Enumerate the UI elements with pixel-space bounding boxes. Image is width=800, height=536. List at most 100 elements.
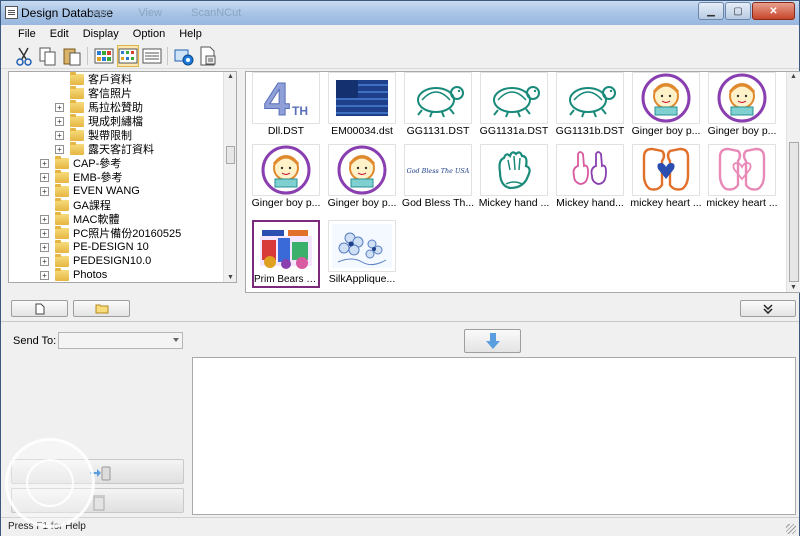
tree-item[interactable]: GA課程 — [55, 197, 111, 212]
tree-item[interactable]: + PE-DESIGN 10 — [40, 239, 149, 254]
tree-item-label: PE-DESIGN 10 — [73, 241, 149, 253]
design-thumbnail[interactable]: GG1131.DST — [404, 72, 472, 142]
expand-icon[interactable]: + — [40, 172, 49, 182]
minimize-button[interactable]: ▁ — [698, 2, 724, 20]
thumbnail-label: Ginger boy p... — [251, 197, 321, 209]
design-thumbnail[interactable]: mickey heart ... — [630, 144, 702, 214]
tree-item[interactable]: + PEDESIGN10.0 — [40, 253, 152, 268]
ghost-tab: View — [138, 7, 163, 19]
expand-icon[interactable]: + — [55, 102, 64, 112]
send-to-dropdown[interactable] — [58, 332, 183, 349]
expand-icon[interactable]: + — [55, 116, 64, 126]
folder-tree[interactable]: 客戶資料 客信照片 + 馬拉松贊助 + 現成刺繡檔 + 製帶限制 + 露天客訂資料 + C… — [8, 71, 237, 283]
menu-option[interactable]: Option — [126, 25, 172, 43]
transfer-down-button[interactable] — [464, 329, 521, 353]
menu-edit[interactable]: Edit — [43, 25, 76, 43]
design-thumbnail[interactable]: SilkApplique... — [328, 220, 396, 290]
maximize-button[interactable]: ▢ — [725, 2, 751, 20]
tree-item[interactable]: + Photos — [40, 267, 107, 282]
transfer-list[interactable] — [192, 357, 796, 515]
copy-button[interactable] — [37, 45, 59, 67]
folder-icon — [70, 99, 84, 113]
folder-icon — [70, 141, 84, 155]
design-thumbnail[interactable]: Ginger boy p... — [708, 72, 776, 142]
design-thumbnail[interactable]: GG1131a.DST — [480, 72, 548, 142]
mickey-hand-embroidery-icon — [498, 151, 531, 190]
tree-item[interactable]: + PC照片備份20160525 — [40, 225, 181, 240]
title-bar[interactable]: Design Database age View ScanNCut ▁ ▢ ✕ — [1, 1, 799, 25]
design-thumbnail[interactable]: mickey heart ... — [706, 144, 778, 214]
send-to-machine-button[interactable] — [173, 45, 195, 67]
design-thumbnail[interactable]: God Bless The USA God Bless Th... — [402, 144, 474, 214]
thumbnail-image — [328, 220, 396, 272]
cut-button[interactable] — [13, 45, 35, 67]
design-thumbnail[interactable]: Mickey hand... — [556, 144, 624, 214]
large-icons-view-button[interactable] — [93, 45, 115, 67]
file-properties-button[interactable] — [197, 45, 219, 67]
ginger-boy-embroidery-icon — [717, 73, 767, 123]
mickey-heart-embroidery-icon — [642, 147, 690, 191]
scroll-up-icon[interactable]: ▲ — [227, 73, 234, 80]
expand-icon[interactable]: + — [55, 144, 64, 154]
scroll-down-icon[interactable]: ▼ — [227, 274, 234, 281]
thumbnails-scrollbar[interactable]: ▲ ▼ — [786, 72, 800, 292]
tree-scroll-thumb[interactable] — [226, 146, 235, 164]
ginger-boy-embroidery-icon — [261, 145, 311, 195]
tree-item[interactable]: 客信照片 — [70, 85, 132, 100]
menu-file[interactable]: File — [11, 25, 43, 43]
app-icon[interactable] — [5, 6, 18, 19]
tree-item[interactable]: 客戶資料 — [70, 72, 132, 86]
expand-icon[interactable]: + — [40, 242, 49, 252]
tree-item[interactable]: + 馬拉松贊助 — [55, 99, 143, 114]
design-thumbnail[interactable]: Ginger boy p... — [328, 144, 396, 214]
resize-grip-icon[interactable] — [786, 524, 796, 534]
tree-item[interactable]: + MAC軟體 — [40, 211, 119, 226]
tree-item-label: PEDESIGN10.0 — [73, 255, 152, 267]
menu-display[interactable]: Display — [76, 25, 126, 43]
design-thumbnail[interactable]: Ginger boy p... — [632, 72, 700, 142]
god-bless-text-embroidery-icon: God Bless The USA — [407, 167, 470, 175]
scroll-down-icon[interactable]: ▼ — [790, 284, 797, 291]
design-thumbnail[interactable]: 4 TH Dll.DST — [252, 72, 320, 142]
toolbar-separator — [87, 47, 88, 65]
tree-item[interactable]: + EVEN WANG — [40, 183, 140, 198]
design-thumbnail[interactable]: GG1131b.DST — [556, 72, 624, 142]
tree-item[interactable]: + EMB-參考 — [40, 169, 123, 184]
thumbnail-image — [328, 72, 396, 124]
tree-scrollbar[interactable]: ▲ ▼ — [223, 72, 236, 282]
folder-icon — [55, 155, 69, 169]
design-thumbnail[interactable]: Mickey hand ... — [479, 144, 549, 214]
thumbnails-scroll-thumb[interactable] — [789, 142, 799, 282]
expand-icon[interactable]: + — [40, 270, 49, 280]
expand-icon[interactable]: + — [40, 158, 49, 168]
close-button[interactable]: ✕ — [752, 2, 795, 20]
folder-icon — [55, 197, 69, 211]
expand-icon[interactable]: + — [40, 228, 49, 238]
tree-item[interactable]: + 現成刺繡檔 — [55, 113, 143, 128]
expand-icon[interactable]: + — [55, 130, 64, 140]
expand-panel-button[interactable] — [740, 300, 796, 317]
ginger-boy-embroidery-icon — [641, 73, 691, 123]
design-thumbnail-selected[interactable]: Prim Bears Fo... — [252, 220, 320, 290]
tree-item[interactable]: + CAP-參考 — [40, 155, 121, 170]
new-item-button[interactable] — [11, 300, 68, 317]
tree-item[interactable]: + 露天客訂資料 — [55, 141, 154, 156]
scroll-up-icon[interactable]: ▲ — [790, 73, 797, 80]
folder-icon — [55, 169, 69, 183]
tree-item-label: EMB-參考 — [73, 172, 123, 184]
close-icon: ✕ — [769, 5, 778, 17]
expand-icon[interactable]: + — [40, 256, 49, 266]
expand-icon[interactable]: + — [40, 186, 49, 196]
design-thumbnail[interactable]: EM00034.dst — [328, 72, 396, 142]
new-folder-button[interactable] — [73, 300, 130, 317]
tree-item[interactable]: + 製帶限制 — [55, 127, 132, 142]
menu-help[interactable]: Help — [172, 25, 209, 43]
design-thumbnail[interactable]: Ginger boy p... — [252, 144, 320, 214]
medium-icons-view-button[interactable] — [117, 45, 139, 67]
chevron-down-icon — [173, 338, 179, 342]
design-thumbnails-pane[interactable]: 4 TH Dll.DST EM00034.dst GG1131.DST GG113… — [245, 71, 800, 293]
details-view-button[interactable] — [141, 45, 163, 67]
expand-icon[interactable]: + — [40, 214, 49, 224]
paste-button[interactable] — [61, 45, 83, 67]
thumbnail-image — [480, 144, 548, 196]
